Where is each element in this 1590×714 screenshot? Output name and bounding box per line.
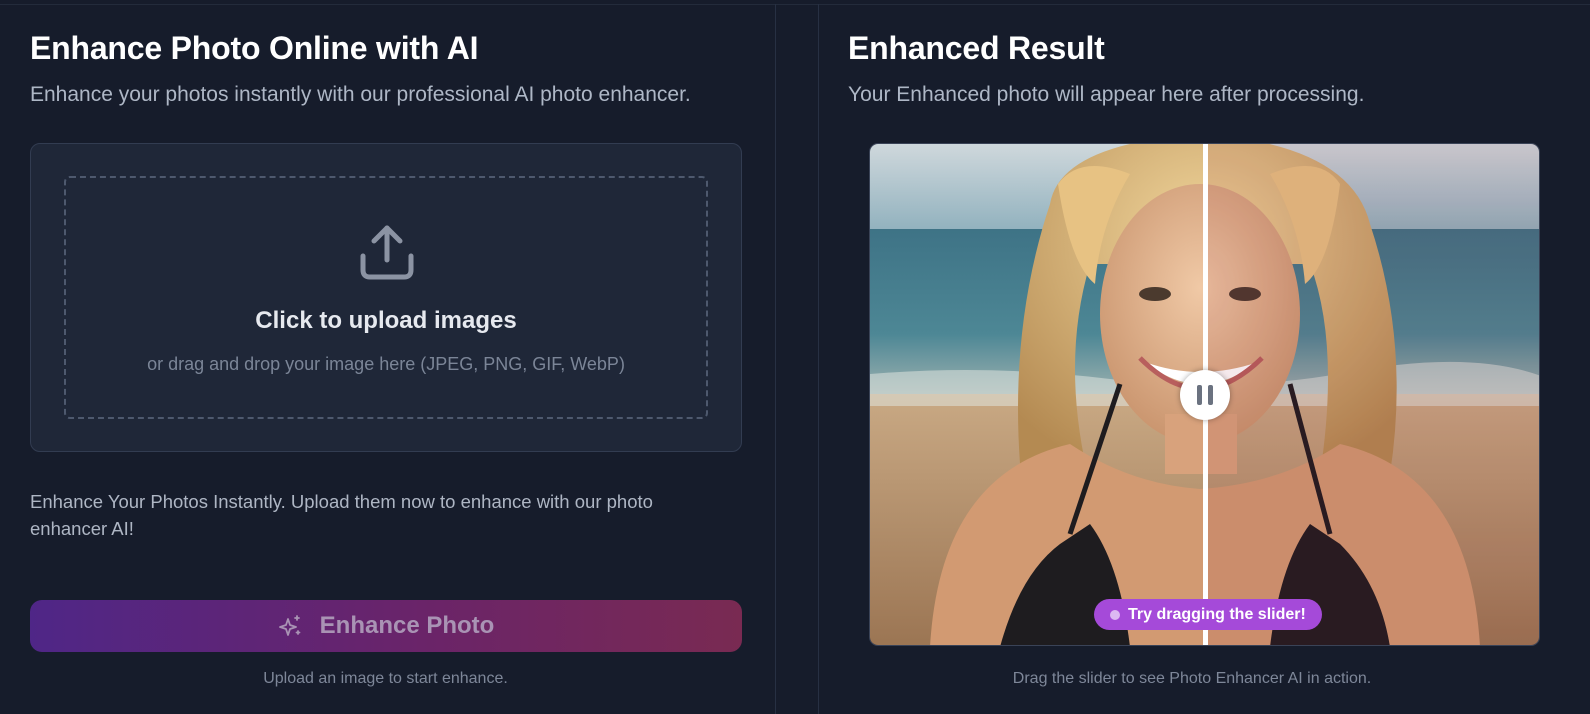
before-after-comparison[interactable]: Try dragging the slider! (869, 143, 1540, 646)
result-caption: Drag the slider to see Photo Enhancer AI… (1012, 670, 1372, 687)
drag-hint-text: Try dragging the slider! (1128, 605, 1306, 623)
enhance-photo-button[interactable]: Enhance Photo (30, 600, 742, 652)
slider-handle[interactable] (1180, 370, 1230, 420)
panel-divider-left (775, 4, 776, 714)
upload-title: Click to upload images (255, 307, 517, 334)
upload-hint: or drag and drop your image here (JPEG, … (147, 354, 625, 374)
upload-card: Click to upload images or drag and drop … (30, 143, 742, 452)
result-panel: Enhanced Result Your Enhanced photo will… (818, 0, 1590, 714)
handle-grip-right (1208, 385, 1213, 405)
result-title: Enhanced Result (848, 30, 1105, 66)
handle-grip-left (1197, 385, 1202, 405)
upload-panel: Enhance Photo Online with AI Enhance you… (0, 0, 775, 714)
page-title: Enhance Photo Online with AI (30, 30, 479, 66)
hint-dot-icon (1110, 609, 1120, 620)
page-subtitle: Enhance your photos instantly with our p… (30, 83, 691, 106)
upload-dropzone[interactable]: Click to upload images or drag and drop … (64, 176, 708, 419)
drag-hint-badge: Try dragging the slider! (1094, 599, 1322, 630)
upload-icon (360, 225, 414, 280)
sparkle-icon (278, 615, 301, 636)
enhance-photo-label: Enhance Photo (319, 612, 495, 639)
result-subtitle: Your Enhanced photo will appear here aft… (848, 83, 1365, 106)
upload-caption: Upload an image to start enhance. (263, 670, 508, 687)
description-text: Enhance Your Photos Instantly. Upload th… (30, 491, 653, 539)
